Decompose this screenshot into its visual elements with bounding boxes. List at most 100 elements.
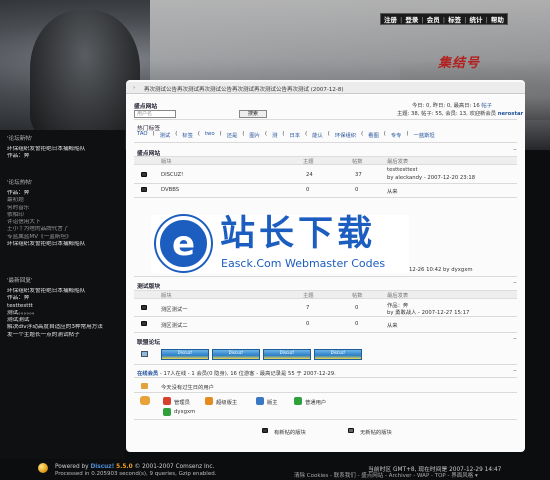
forum-posts: 37 xyxy=(355,172,362,178)
moderator-icon xyxy=(256,397,264,405)
tag-link[interactable]: 看图 xyxy=(368,131,379,139)
new-member-link[interactable]: nerostar xyxy=(498,111,524,117)
forum-name[interactable]: 盛点网站 xyxy=(134,101,157,110)
legend-no-new-posts: 无新帖的版块 xyxy=(360,430,392,436)
forum-topics: 24 xyxy=(306,172,313,178)
user-icon xyxy=(163,408,171,416)
divider xyxy=(134,316,517,317)
footer-links[interactable]: 清除 Cookies - 联系我们 - 盛点网站 - Archiver - WA… xyxy=(294,471,478,479)
tag-link[interactable]: 图片 xyxy=(249,131,260,139)
collapse-icon[interactable]: − xyxy=(512,281,518,286)
forum-link[interactable]: DVBBS xyxy=(161,187,179,193)
sidebar-title: '论坛热帖' xyxy=(7,180,33,186)
forum-icon xyxy=(141,172,147,177)
nav-login[interactable]: 登录 xyxy=(402,14,421,24)
tag-link[interactable]: 环保组织 xyxy=(335,131,356,139)
sidebar-item[interactable]: 发一个主题长一点的测试帖子 xyxy=(7,332,122,339)
sidebar-item[interactable]: 何时音乐 xyxy=(7,205,122,212)
collapse-icon[interactable]: − xyxy=(512,337,518,342)
col-topics: 主题 xyxy=(303,159,314,165)
tag-link[interactable]: 日本 xyxy=(289,131,300,139)
sidebar-item[interactable]: 最初题 xyxy=(7,197,122,204)
sidebar-item[interactable]: 作品：奔 xyxy=(7,190,122,197)
last-post-title: 从来 xyxy=(387,323,398,329)
sidebar-item[interactable]: 专蓝属蓝MV《一蓝斯坦》 xyxy=(7,234,122,241)
friend-link-banner[interactable]: Discuz! xyxy=(212,349,260,360)
watermark-logo-icon: e xyxy=(156,216,211,271)
announcement-icon: › xyxy=(133,85,136,91)
sidebar-item[interactable]: 测试测试 xyxy=(7,317,122,324)
col-forum: 版块 xyxy=(161,159,172,165)
nav-stats[interactable]: 统计 xyxy=(467,14,486,24)
tag-link[interactable]: 一蓝斯坦 xyxy=(414,131,435,139)
product-link[interactable]: Discuz! xyxy=(90,464,114,470)
forum-group-title[interactable]: 测试版块 xyxy=(137,281,160,290)
forum-link[interactable]: 测区测试二 xyxy=(161,321,188,329)
nav-help[interactable]: 帮助 xyxy=(488,14,507,24)
forum-icon xyxy=(141,187,147,192)
divider xyxy=(134,197,517,198)
divider xyxy=(134,276,517,277)
birthday-text: 今天没有过生日的用户 xyxy=(161,385,214,391)
friend-link-banner[interactable]: Discuz! xyxy=(161,349,209,360)
collapse-icon[interactable]: − xyxy=(512,148,518,153)
sidebar-item[interactable]: 作品：奔 xyxy=(7,295,122,302)
tag-link[interactable]: 还是 xyxy=(227,131,238,139)
tag-link[interactable]: 标签 xyxy=(182,131,193,139)
tag-link[interactable]: TAO xyxy=(137,131,148,139)
sidebar-item[interactable]: 解决div浮动高度自适应的3种常用方法 xyxy=(7,324,122,331)
link-icon xyxy=(141,351,148,357)
collapse-icon[interactable]: − xyxy=(512,369,518,374)
sidebar-item[interactable]: 环保组织发誓拒绝日本捕鲸船队 xyxy=(7,288,122,295)
friend-link-banner[interactable]: Discuz! xyxy=(263,349,311,360)
tag-link[interactable]: 专专 xyxy=(391,131,402,139)
nav-register[interactable]: 注册 xyxy=(381,14,400,24)
col-topics: 主题 xyxy=(303,293,314,299)
tag-link[interactable]: two xyxy=(205,131,215,139)
today-stats: 今日: 0, 昨日: 0, 最高日: 16 帖子 xyxy=(412,101,492,109)
sidebar-title: '最新回复' xyxy=(7,278,33,284)
friend-link-banner[interactable]: Discuz! xyxy=(314,349,362,360)
sidebar-item[interactable]: 作品：奔 xyxy=(7,153,122,160)
new-posts-forum-icon xyxy=(262,428,268,433)
sidebar-item[interactable]: testtesttt xyxy=(7,303,122,310)
online-user-link[interactable]: dyxgxm xyxy=(174,409,195,415)
forum-posts: 0 xyxy=(355,321,359,327)
no-new-posts-forum-icon xyxy=(348,428,354,433)
nav-members[interactable]: 会员 xyxy=(424,14,443,24)
announcement-text[interactable]: 再次测试公告再次测试再次测试公告再次测试再次测试公告再次测试 (2007-12-… xyxy=(144,87,344,93)
sidebar-item[interactable]: 许诏信用大下 xyxy=(7,219,122,226)
forum-table-header xyxy=(134,156,517,165)
col-last-post: 最后发表 xyxy=(387,293,409,299)
sidebar-title: '论坛新帖' xyxy=(7,136,33,142)
tag-link[interactable]: 能认 xyxy=(312,131,323,139)
sidebar-item[interactable]: 环保组织发誓拒绝日本捕鲸船队 xyxy=(7,146,122,153)
divider xyxy=(134,119,517,120)
legend-member: 普通用户 xyxy=(305,400,327,406)
divider xyxy=(134,142,517,143)
sidebar: '论坛新帖' 环保组织发誓拒绝日本捕鲸船队 作品：奔 '论坛热帖' 作品：奔 最… xyxy=(0,130,125,460)
legend-admin: 管理员 xyxy=(174,400,190,406)
forum-icon xyxy=(141,305,147,310)
forum-link[interactable]: DISCUZ! xyxy=(161,172,183,178)
search-button[interactable]: 搜索 xyxy=(239,110,267,118)
forum-topics: 0 xyxy=(306,187,310,193)
sidebar-item[interactable]: 测试。。。。。。 xyxy=(7,310,122,317)
legend-new-posts: 有新帖的版块 xyxy=(274,430,306,436)
sidebar-item[interactable]: 王小丫为啥的品牌代言了 xyxy=(7,226,122,233)
forum-posts: 0 xyxy=(355,187,359,193)
tag-link[interactable]: 测 xyxy=(272,131,277,139)
forum-link[interactable]: 测区测试一 xyxy=(161,305,188,313)
top-nav: 注册 | 登录 | 会员 | 标签 | 统计 | 帮助 xyxy=(380,13,508,25)
tag-link[interactable]: 测试 xyxy=(160,131,171,139)
sidebar-item[interactable]: 依相印 xyxy=(7,212,122,219)
divider xyxy=(134,364,517,365)
sidebar-hot-posts: '论坛热帖' 作品：奔 最初题 何时音乐 依相印 许诏信用大下 王小丫为啥的品牌… xyxy=(7,178,122,248)
links-title: 联盟论坛 xyxy=(137,340,161,346)
last-post-meta: by 勇敢战人 - 2007-12-27 15:17 xyxy=(387,310,470,316)
search-input[interactable]: 用户名 xyxy=(134,110,176,118)
last-post-title[interactable]: testtesttest xyxy=(387,167,418,173)
nav-tags[interactable]: 标签 xyxy=(445,14,464,24)
sidebar-item[interactable]: 环保组织发誓拒绝日本捕鲸船队 xyxy=(7,241,122,248)
member-icon xyxy=(294,397,302,405)
